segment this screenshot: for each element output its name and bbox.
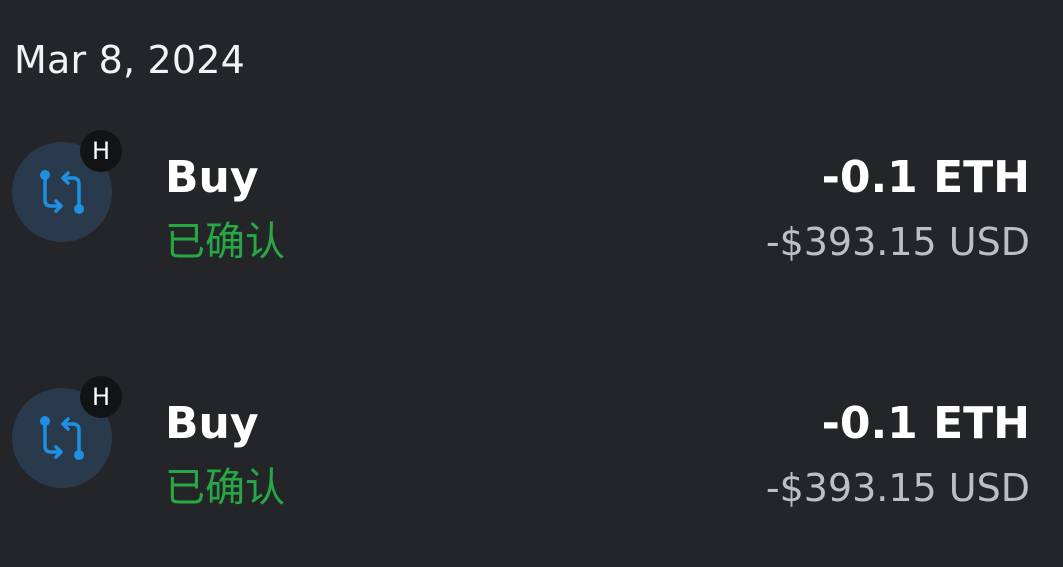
network-badge: H [80, 376, 122, 418]
transaction-fiat-amount: -$393.15 USD [765, 220, 1030, 264]
transaction-row[interactable]: H Buy 已确认 -0.1 ETH -$393.15 USD [0, 376, 1063, 536]
transaction-type: Buy [165, 152, 259, 203]
transaction-amount: -0.1 ETH [821, 398, 1030, 449]
transaction-fiat-amount: -$393.15 USD [765, 466, 1030, 510]
transaction-status: 已确认 [165, 219, 285, 265]
swap-arrows-icon [40, 170, 84, 214]
swap-arrows-icon [40, 416, 84, 460]
transaction-amount: -0.1 ETH [821, 152, 1030, 203]
transaction-row[interactable]: H Buy 已确认 -0.1 ETH -$393.15 USD [0, 130, 1063, 290]
transaction-status: 已确认 [165, 465, 285, 511]
transaction-type: Buy [165, 398, 259, 449]
network-badge: H [80, 130, 122, 172]
transaction-icon: H [12, 130, 122, 242]
date-header: Mar 8, 2024 [14, 38, 246, 82]
transaction-icon: H [12, 376, 122, 488]
